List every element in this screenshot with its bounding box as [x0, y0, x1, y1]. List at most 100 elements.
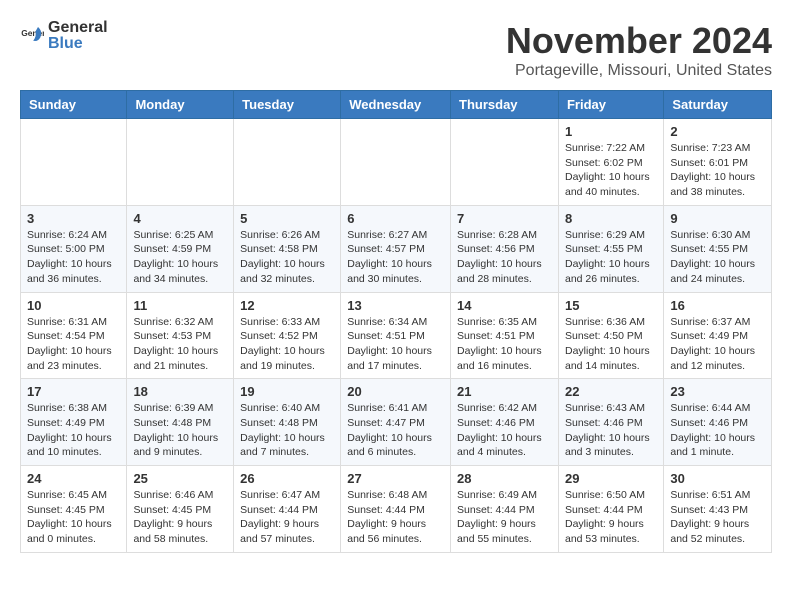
calendar-week-row: 17 Sunrise: 6:38 AM Sunset: 4:49 PM Dayli…: [21, 379, 772, 466]
col-header-tuesday: Tuesday: [234, 91, 341, 119]
day-info: Sunrise: 6:41 AM Sunset: 4:47 PM Dayligh…: [347, 401, 444, 460]
calendar-week-row: 10 Sunrise: 6:31 AM Sunset: 4:54 PM Dayli…: [21, 292, 772, 379]
day-number: 22: [565, 384, 657, 399]
day-info: Sunrise: 6:36 AM Sunset: 4:50 PM Dayligh…: [565, 315, 657, 374]
day-number: 20: [347, 384, 444, 399]
calendar-cell: 2Sunrise: 7:23 AM Sunset: 6:01 PM Daylig…: [664, 119, 772, 206]
day-info: Sunrise: 6:48 AM Sunset: 4:44 PM Dayligh…: [347, 488, 444, 547]
day-info: Sunrise: 6:24 AM Sunset: 5:00 PM Dayligh…: [27, 228, 120, 287]
calendar-cell: [234, 119, 341, 206]
calendar-cell: 30 Sunrise: 6:51 AM Sunset: 4:43 PM Dayli…: [664, 466, 772, 553]
day-number: 7: [457, 211, 552, 226]
logo-icon: General: [20, 24, 44, 48]
calendar-cell: 15 Sunrise: 6:36 AM Sunset: 4:50 PM Dayli…: [558, 292, 663, 379]
calendar-cell: 9Sunrise: 6:30 AM Sunset: 4:55 PM Daylig…: [664, 205, 772, 292]
calendar-cell: 3 Sunrise: 6:24 AM Sunset: 5:00 PM Daylig…: [21, 205, 127, 292]
calendar-cell: 23Sunrise: 6:44 AM Sunset: 4:46 PM Dayli…: [664, 379, 772, 466]
calendar-cell: [341, 119, 451, 206]
calendar-cell: 25 Sunrise: 6:46 AM Sunset: 4:45 PM Dayli…: [127, 466, 234, 553]
calendar-cell: 27 Sunrise: 6:48 AM Sunset: 4:44 PM Dayli…: [341, 466, 451, 553]
day-info: Sunrise: 6:31 AM Sunset: 4:54 PM Dayligh…: [27, 315, 120, 374]
day-info: Sunrise: 6:25 AM Sunset: 4:59 PM Dayligh…: [133, 228, 227, 287]
calendar-cell: 22 Sunrise: 6:43 AM Sunset: 4:46 PM Dayli…: [558, 379, 663, 466]
day-number: 13: [347, 298, 444, 313]
calendar-cell: 12Sunrise: 6:33 AM Sunset: 4:52 PM Dayli…: [234, 292, 341, 379]
col-header-wednesday: Wednesday: [341, 91, 451, 119]
calendar-cell: 7 Sunrise: 6:28 AM Sunset: 4:56 PM Daylig…: [451, 205, 559, 292]
calendar-week-row: 1 Sunrise: 7:22 AM Sunset: 6:02 PM Daylig…: [21, 119, 772, 206]
calendar-cell: 6 Sunrise: 6:27 AM Sunset: 4:57 PM Daylig…: [341, 205, 451, 292]
day-info: Sunrise: 7:22 AM Sunset: 6:02 PM Dayligh…: [565, 141, 657, 200]
month-title: November 2024: [506, 20, 772, 62]
day-info: Sunrise: 6:42 AM Sunset: 4:46 PM Dayligh…: [457, 401, 552, 460]
calendar-cell: 19Sunrise: 6:40 AM Sunset: 4:48 PM Dayli…: [234, 379, 341, 466]
day-number: 6: [347, 211, 444, 226]
day-info: Sunrise: 6:49 AM Sunset: 4:44 PM Dayligh…: [457, 488, 552, 547]
page-header: General General Blue November 2024 Porta…: [20, 20, 772, 80]
day-info: Sunrise: 7:23 AM Sunset: 6:01 PM Dayligh…: [670, 141, 765, 200]
day-info: Sunrise: 6:39 AM Sunset: 4:48 PM Dayligh…: [133, 401, 227, 460]
day-info: Sunrise: 6:26 AM Sunset: 4:58 PM Dayligh…: [240, 228, 334, 287]
logo: General General Blue: [20, 20, 108, 52]
day-number: 16: [670, 298, 765, 313]
col-header-saturday: Saturday: [664, 91, 772, 119]
day-number: 15: [565, 298, 657, 313]
calendar-cell: [21, 119, 127, 206]
day-number: 4: [133, 211, 227, 226]
day-number: 29: [565, 471, 657, 486]
logo-blue-text: Blue: [48, 36, 108, 52]
day-number: 17: [27, 384, 120, 399]
day-info: Sunrise: 6:28 AM Sunset: 4:56 PM Dayligh…: [457, 228, 552, 287]
day-info: Sunrise: 6:38 AM Sunset: 4:49 PM Dayligh…: [27, 401, 120, 460]
calendar-cell: 28 Sunrise: 6:49 AM Sunset: 4:44 PM Dayli…: [451, 466, 559, 553]
day-info: Sunrise: 6:32 AM Sunset: 4:53 PM Dayligh…: [133, 315, 227, 374]
col-header-friday: Friday: [558, 91, 663, 119]
col-header-thursday: Thursday: [451, 91, 559, 119]
location-title: Portageville, Missouri, United States: [506, 62, 772, 80]
calendar-table: SundayMondayTuesdayWednesdayThursdayFrid…: [20, 90, 772, 553]
day-info: Sunrise: 6:47 AM Sunset: 4:44 PM Dayligh…: [240, 488, 334, 547]
day-info: Sunrise: 6:34 AM Sunset: 4:51 PM Dayligh…: [347, 315, 444, 374]
day-info: Sunrise: 6:43 AM Sunset: 4:46 PM Dayligh…: [565, 401, 657, 460]
calendar-week-row: 24 Sunrise: 6:45 AM Sunset: 4:45 PM Dayli…: [21, 466, 772, 553]
calendar-cell: 8Sunrise: 6:29 AM Sunset: 4:55 PM Daylig…: [558, 205, 663, 292]
day-info: Sunrise: 6:27 AM Sunset: 4:57 PM Dayligh…: [347, 228, 444, 287]
calendar-cell: 29 Sunrise: 6:50 AM Sunset: 4:44 PM Dayli…: [558, 466, 663, 553]
day-info: Sunrise: 6:35 AM Sunset: 4:51 PM Dayligh…: [457, 315, 552, 374]
day-number: 1: [565, 124, 657, 139]
day-number: 11: [133, 298, 227, 313]
day-number: 26: [240, 471, 334, 486]
day-info: Sunrise: 6:51 AM Sunset: 4:43 PM Dayligh…: [670, 488, 765, 547]
calendar-cell: 17 Sunrise: 6:38 AM Sunset: 4:49 PM Dayli…: [21, 379, 127, 466]
calendar-cell: 4 Sunrise: 6:25 AM Sunset: 4:59 PM Daylig…: [127, 205, 234, 292]
col-header-sunday: Sunday: [21, 91, 127, 119]
day-number: 18: [133, 384, 227, 399]
day-number: 5: [240, 211, 334, 226]
day-info: Sunrise: 6:46 AM Sunset: 4:45 PM Dayligh…: [133, 488, 227, 547]
day-number: 25: [133, 471, 227, 486]
calendar-cell: 26 Sunrise: 6:47 AM Sunset: 4:44 PM Dayli…: [234, 466, 341, 553]
day-number: 10: [27, 298, 120, 313]
calendar-week-row: 3 Sunrise: 6:24 AM Sunset: 5:00 PM Daylig…: [21, 205, 772, 292]
calendar-cell: 16Sunrise: 6:37 AM Sunset: 4:49 PM Dayli…: [664, 292, 772, 379]
day-info: Sunrise: 6:50 AM Sunset: 4:44 PM Dayligh…: [565, 488, 657, 547]
day-number: 30: [670, 471, 765, 486]
calendar-cell: 14Sunrise: 6:35 AM Sunset: 4:51 PM Dayli…: [451, 292, 559, 379]
calendar-cell: 1 Sunrise: 7:22 AM Sunset: 6:02 PM Daylig…: [558, 119, 663, 206]
day-number: 21: [457, 384, 552, 399]
calendar-header-row: SundayMondayTuesdayWednesdayThursdayFrid…: [21, 91, 772, 119]
day-number: 24: [27, 471, 120, 486]
col-header-monday: Monday: [127, 91, 234, 119]
day-number: 9: [670, 211, 765, 226]
day-number: 8: [565, 211, 657, 226]
calendar-cell: 18 Sunrise: 6:39 AM Sunset: 4:48 PM Dayli…: [127, 379, 234, 466]
calendar-cell: 5 Sunrise: 6:26 AM Sunset: 4:58 PM Daylig…: [234, 205, 341, 292]
title-area: November 2024 Portageville, Missouri, Un…: [506, 20, 772, 80]
calendar-cell: 20 Sunrise: 6:41 AM Sunset: 4:47 PM Dayli…: [341, 379, 451, 466]
day-number: 19: [240, 384, 334, 399]
calendar-cell: 24 Sunrise: 6:45 AM Sunset: 4:45 PM Dayli…: [21, 466, 127, 553]
day-number: 28: [457, 471, 552, 486]
day-number: 27: [347, 471, 444, 486]
day-number: 3: [27, 211, 120, 226]
day-info: Sunrise: 6:45 AM Sunset: 4:45 PM Dayligh…: [27, 488, 120, 547]
